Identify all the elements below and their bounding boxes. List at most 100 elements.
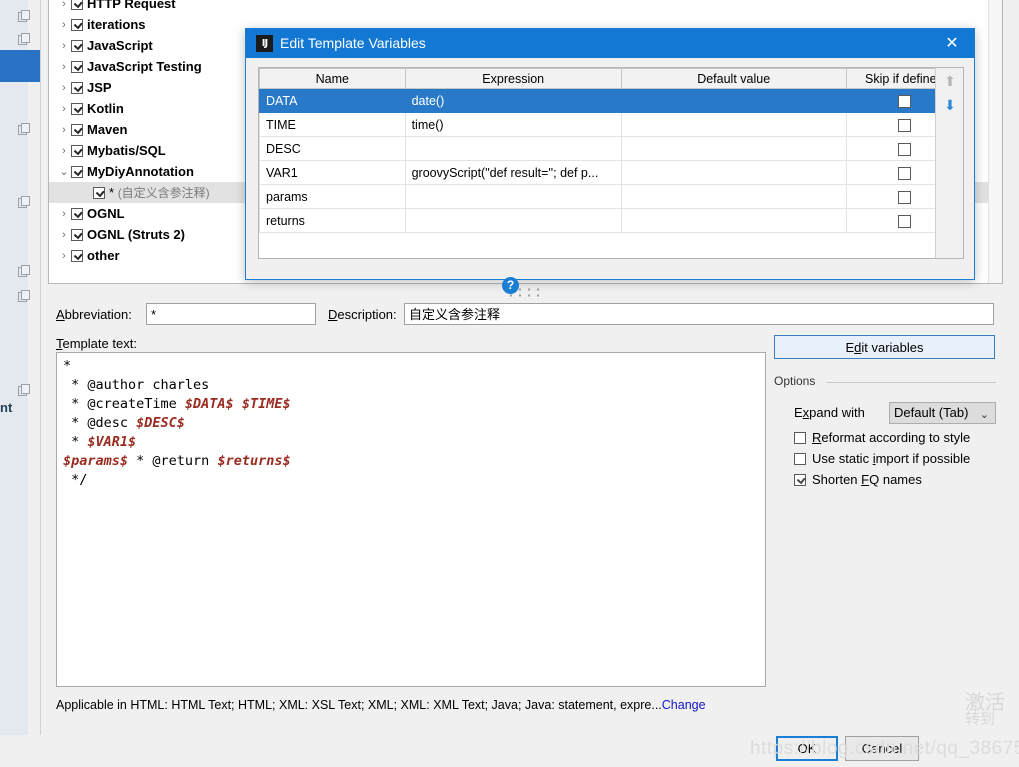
table-row[interactable]: DESC <box>259 136 963 161</box>
checkbox-icon[interactable] <box>71 82 83 94</box>
tree-item-label: OGNL (Struts 2) <box>87 227 185 242</box>
table-column-header[interactable]: Default value <box>620 68 847 89</box>
copy-icon[interactable] <box>18 33 31 46</box>
option-use-static-import[interactable]: Use static import if possible <box>794 451 970 471</box>
chevron-right-icon[interactable]: › <box>57 141 71 162</box>
copy-icon[interactable] <box>18 265 31 278</box>
copy-icon[interactable] <box>18 290 31 303</box>
edit-template-variables-dialog: IJ Edit Template Variables ✕ Name Express… <box>245 28 975 294</box>
checkbox-icon[interactable] <box>71 229 83 241</box>
close-icon[interactable]: ✕ <box>930 29 974 58</box>
checkbox-icon[interactable] <box>897 142 911 156</box>
cell-name[interactable]: returns <box>259 208 406 233</box>
copy-icon[interactable] <box>18 196 31 209</box>
checkbox-icon[interactable] <box>71 40 83 52</box>
cell-expression[interactable]: time() <box>404 112 622 137</box>
abbreviation-input[interactable]: * <box>146 303 316 325</box>
table-row[interactable]: DATA date() <box>259 88 963 113</box>
ide-strip-selected-item[interactable] <box>0 50 40 82</box>
cell-name[interactable]: TIME <box>259 112 406 137</box>
checkbox-icon[interactable] <box>794 432 806 444</box>
main-ok-button[interactable]: OK <box>776 736 838 761</box>
table-column-header[interactable]: Expression <box>404 68 622 89</box>
cell-expression[interactable]: date() <box>404 88 622 113</box>
copy-icon[interactable] <box>18 10 31 23</box>
watermark-activate-line1: 激活 <box>965 692 1005 714</box>
checkbox-icon[interactable] <box>71 0 83 10</box>
template-literal: * @createTime <box>63 396 185 412</box>
tree-item-http-request[interactable]: › HTTP Request <box>49 0 1002 14</box>
cell-default[interactable] <box>620 160 847 185</box>
main-cancel-button[interactable]: Cancel <box>845 736 919 761</box>
cell-expression[interactable] <box>404 136 622 161</box>
checkbox-icon[interactable] <box>897 94 911 108</box>
description-input[interactable]: 自定义含参注释 <box>404 303 994 325</box>
checkbox-icon[interactable] <box>71 166 83 178</box>
dialog-title-bar[interactable]: IJ Edit Template Variables ✕ <box>246 29 974 58</box>
checkbox-icon[interactable] <box>71 208 83 220</box>
cell-default[interactable] <box>620 88 847 113</box>
cell-name[interactable]: params <box>259 184 406 209</box>
help-icon[interactable]: ? <box>502 277 519 294</box>
chevron-right-icon[interactable]: › <box>57 15 71 36</box>
change-link[interactable]: Change <box>662 698 706 712</box>
table-row[interactable]: VAR1 groovyScript("def result=''; def p..… <box>259 160 963 185</box>
pane-splitter[interactable]: ▪ ▪ ▪ ▪ ▪ ▪ ▪ ▪ <box>48 284 1003 300</box>
cell-default[interactable] <box>620 184 847 209</box>
expand-with-select[interactable]: Default (Tab) ⌄ <box>889 402 996 424</box>
checkbox-icon[interactable] <box>71 124 83 136</box>
arrow-down-icon[interactable]: ⬇ <box>943 98 957 112</box>
cell-expression[interactable] <box>404 208 622 233</box>
copy-icon[interactable] <box>18 384 31 397</box>
checkbox-icon[interactable] <box>794 474 806 486</box>
cell-default[interactable] <box>620 112 847 137</box>
chevron-right-icon[interactable]: › <box>57 57 71 78</box>
template-line: * @createTime $DATA$ $TIME$ <box>63 395 759 414</box>
checkbox-icon[interactable] <box>897 166 911 180</box>
template-text-editor[interactable]: * * @author charles * @createTime $DATA$… <box>56 352 766 687</box>
option-reformat-according-to-style[interactable]: Reformat according to style <box>794 430 970 450</box>
checkbox-icon[interactable] <box>71 250 83 262</box>
template-literal: * @return <box>128 453 218 469</box>
description-label: Description: <box>328 307 397 322</box>
chevron-right-icon[interactable]: › <box>57 246 71 267</box>
chevron-right-icon[interactable]: › <box>57 0 71 15</box>
table-row[interactable]: params <box>259 184 963 209</box>
ide-divider <box>40 0 41 735</box>
chevron-right-icon[interactable]: › <box>57 204 71 225</box>
cell-expression[interactable] <box>404 184 622 209</box>
chevron-right-icon[interactable]: › <box>57 99 71 120</box>
cell-default[interactable] <box>620 136 847 161</box>
templates-scrollbar[interactable] <box>988 0 1002 283</box>
checkbox-icon[interactable] <box>897 118 911 132</box>
chevron-right-icon[interactable]: › <box>57 78 71 99</box>
cell-name[interactable]: DESC <box>259 136 406 161</box>
checkbox-icon[interactable] <box>93 187 105 199</box>
copy-icon[interactable] <box>18 123 31 136</box>
table-row[interactable]: returns <box>259 208 963 233</box>
cell-name[interactable]: VAR1 <box>259 160 406 185</box>
cell-expression[interactable]: groovyScript("def result=''; def p... <box>404 160 622 185</box>
checkbox-icon[interactable] <box>71 19 83 31</box>
template-variable: $returns$ <box>217 453 291 469</box>
arrow-up-icon[interactable]: ⬆ <box>943 74 957 88</box>
cell-name[interactable]: DATA <box>259 88 406 113</box>
chevron-right-icon[interactable]: › <box>57 120 71 141</box>
checkbox-icon[interactable] <box>897 190 911 204</box>
chevron-right-icon[interactable]: › <box>57 225 71 246</box>
dialog-title: Edit Template Variables <box>280 35 426 51</box>
edit-variables-button[interactable]: Edit variables <box>774 335 995 359</box>
chevron-down-icon[interactable]: ⌄ <box>57 162 71 183</box>
checkbox-icon[interactable] <box>71 145 83 157</box>
checkbox-icon[interactable] <box>794 453 806 465</box>
table-column-header[interactable]: Name <box>259 68 406 89</box>
main-cancel-label: Cancel <box>861 741 903 756</box>
variables-table[interactable]: Name Expression Default value Skip if defin… <box>259 68 963 233</box>
checkbox-icon[interactable] <box>897 214 911 228</box>
option-shorten-fq-names[interactable]: Shorten FQ names <box>794 472 922 492</box>
table-row[interactable]: TIME time() <box>259 112 963 137</box>
cell-default[interactable] <box>620 208 847 233</box>
checkbox-icon[interactable] <box>71 103 83 115</box>
chevron-right-icon[interactable]: › <box>57 36 71 57</box>
checkbox-icon[interactable] <box>71 61 83 73</box>
